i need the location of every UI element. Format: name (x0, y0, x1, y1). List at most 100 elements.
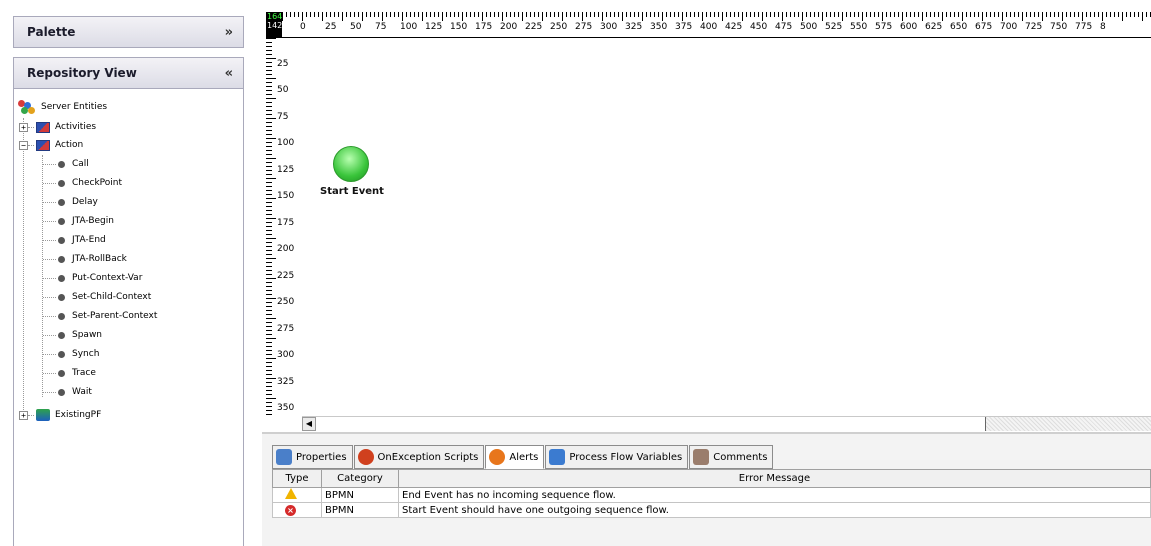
tab-onexception-scripts[interactable]: OnException Scripts (353, 445, 485, 469)
tree-item-call[interactable]: Call (43, 155, 89, 173)
tree-item-jta-begin[interactable]: JTA-Begin (43, 212, 114, 230)
process-flow-icon (36, 409, 50, 421)
ruler-tick-label: 25 (325, 22, 337, 32)
tab-process-flow-variables[interactable]: Process Flow Variables (545, 445, 689, 469)
ruler-tick-label: 275 (277, 323, 295, 334)
column-header-error-message[interactable]: Error Message (398, 469, 1151, 488)
horizontal-ruler: 0 25 50 75 100 125 150 175 200 225 250 275 300 325 350… (282, 12, 1151, 38)
action-node-icon (58, 217, 65, 225)
repository-view-header[interactable]: Repository View « (13, 57, 244, 89)
tree-item-put-context-var[interactable]: Put-Context-Var (43, 269, 142, 287)
horizontal-scrollbar[interactable]: ◀ (302, 416, 1151, 431)
expand-palette-icon[interactable]: » (225, 25, 233, 40)
scroll-left-icon[interactable]: ◀ (302, 417, 316, 431)
tree-item-label: Call (72, 159, 89, 169)
ruler-tick-label: 100 (277, 138, 295, 148)
tree-item-label: Set-Child-Context (72, 292, 152, 302)
ruler-tick-label: 50 (277, 85, 289, 95)
server-entities-icon (18, 99, 36, 115)
tab-label: OnException Scripts (377, 451, 479, 463)
palette-header[interactable]: Palette » (13, 16, 244, 48)
tree-item-trace[interactable]: Trace (43, 364, 96, 382)
tree-item-set-child-context[interactable]: Set-Child-Context (43, 288, 151, 306)
table-header-row: Type Category Error Message (272, 469, 1151, 488)
ruler-tick-label: 600 (900, 22, 918, 32)
ruler-tick-label: 175 (475, 22, 493, 32)
alert-type-cell (272, 487, 322, 503)
activities-folder-icon (36, 121, 50, 133)
ruler-tick-label: 350 (277, 403, 295, 413)
tree-item-spawn[interactable]: Spawn (43, 326, 102, 344)
alert-message-cell: Start Event should have one outgoing seq… (398, 502, 1151, 518)
start-event-node[interactable] (333, 146, 369, 182)
ruler-tick-label: 675 (975, 22, 993, 32)
ruler-tick-label: 225 (277, 270, 295, 281)
ruler-tick-label: 650 (950, 22, 968, 32)
table-row[interactable]: BPMN End Event has no incoming sequence f… (272, 487, 1151, 503)
tree-item-activities[interactable]: + Activities (19, 118, 96, 136)
column-header-category[interactable]: Category (321, 469, 399, 488)
ruler-tick-label: 125 (277, 164, 295, 175)
ruler-tick-label: 250 (277, 297, 295, 307)
action-node-icon (58, 350, 65, 358)
ruler-tick-label: 425 (725, 22, 743, 32)
bottom-tabs: Properties OnException Scripts Alerts Proce… (272, 445, 774, 469)
ruler-tick-label: 400 (700, 22, 718, 32)
ruler-tick-label: 225 (525, 22, 543, 32)
tree-item-delay[interactable]: Delay (43, 193, 98, 211)
action-node-icon (58, 293, 65, 301)
ruler-tick-label: 125 (425, 22, 443, 32)
tree-item-server-entities[interactable]: Server Entities (18, 98, 107, 116)
tree-item-label: JTA-End (72, 235, 106, 245)
properties-icon (276, 449, 292, 465)
ruler-tick-label: 275 (575, 22, 593, 32)
alerts-table: Type Category Error Message BPMN End Even… (272, 469, 1151, 518)
tree-item-jta-end[interactable]: JTA-End (43, 231, 106, 249)
cursor-position-readout: 164 142 (266, 12, 282, 38)
tree-item-label: JTA-RollBack (72, 254, 127, 264)
diagram-canvas[interactable] (302, 38, 1151, 416)
ruler-tick-label: 525 (825, 22, 843, 32)
ruler-tick-label: 175 (277, 217, 295, 228)
column-header-type[interactable]: Type (272, 469, 322, 488)
tab-label: Comments (713, 451, 768, 463)
ruler-tick-label: 450 (750, 22, 768, 32)
tree-item-label: Delay (72, 197, 98, 207)
ruler-tick-label: 200 (500, 22, 518, 32)
tree-item-set-parent-context[interactable]: Set-Parent-Context (43, 307, 157, 325)
action-node-icon (58, 274, 65, 282)
ruler-tick-label: 75 (375, 22, 387, 32)
action-node-icon (58, 198, 65, 206)
action-node-icon (58, 388, 65, 396)
tree-item-synch[interactable]: Synch (43, 345, 99, 363)
ruler-tick-label: 50 (350, 22, 362, 32)
ruler-tick-label: 250 (550, 22, 568, 32)
ruler-tick-label: 625 (925, 22, 943, 32)
tree-item-action[interactable]: − Action (19, 136, 83, 154)
tree-item-label: ExistingPF (55, 410, 102, 420)
expand-icon[interactable]: + (19, 410, 28, 420)
alert-message-cell: End Event has no incoming sequence flow. (398, 487, 1151, 503)
collapse-icon[interactable]: − (19, 140, 28, 150)
tab-label: Alerts (509, 451, 539, 463)
collapse-repository-icon[interactable]: « (225, 66, 233, 81)
tree-item-jta-rollback[interactable]: JTA-RollBack (43, 250, 127, 268)
tab-alerts[interactable]: Alerts (485, 445, 545, 469)
alert-type-cell: × (272, 502, 322, 518)
ruler-tick-label: 325 (277, 376, 295, 387)
error-icon: × (285, 504, 296, 516)
alert-icon (489, 449, 506, 465)
ruler-tick-label: 75 (277, 111, 289, 122)
tab-label: Process Flow Variables (569, 451, 683, 463)
scrollbar-track[interactable] (985, 417, 1151, 431)
expand-icon[interactable]: + (19, 122, 28, 132)
tree-item-wait[interactable]: Wait (43, 383, 92, 401)
tree-item-existingpf[interactable]: + ExistingPF (19, 406, 101, 424)
tree-item-label: Server Entities (41, 102, 108, 112)
tree-item-checkpoint[interactable]: CheckPoint (43, 174, 122, 192)
tab-comments[interactable]: Comments (689, 445, 774, 469)
action-node-icon (58, 236, 65, 244)
table-row[interactable]: × BPMN Start Event should have one outgoin… (272, 502, 1151, 518)
ruler-tick-label: 200 (277, 244, 295, 254)
tab-properties[interactable]: Properties (272, 445, 353, 469)
